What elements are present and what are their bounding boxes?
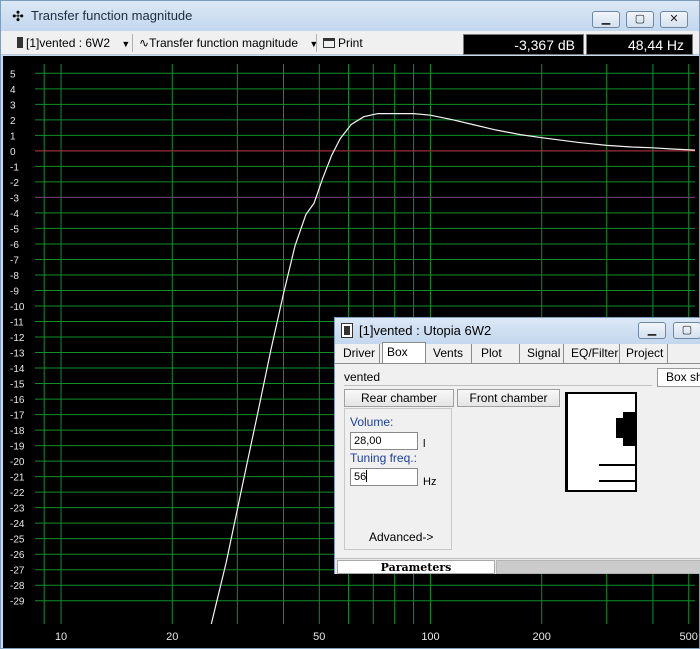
y-tick-label: -28 bbox=[10, 581, 25, 592]
dialog-title: [1]vented : Utopia 6W2 bbox=[359, 323, 492, 338]
y-tick-label: -4 bbox=[10, 209, 19, 220]
x-tick-label: 10 bbox=[55, 631, 67, 643]
y-tick-label: -22 bbox=[10, 488, 25, 499]
tuning-freq-unit: Hz bbox=[423, 476, 437, 488]
y-tick-label: -10 bbox=[10, 302, 25, 313]
print-label: Print bbox=[338, 36, 363, 50]
y-tick-label: -26 bbox=[10, 550, 25, 561]
status-scrollbar[interactable] bbox=[496, 560, 700, 574]
print-button[interactable]: Print bbox=[323, 34, 363, 52]
dialog-minimize-button[interactable]: ▁ bbox=[638, 322, 666, 339]
close-button[interactable]: ✕ bbox=[660, 11, 688, 28]
printer-icon bbox=[323, 38, 335, 48]
speaker-icon bbox=[341, 323, 353, 338]
chevron-down-icon: ▼ bbox=[121, 39, 131, 49]
y-tick-label: -23 bbox=[10, 504, 25, 515]
box-preview bbox=[565, 392, 637, 492]
x-tick-label: 20 bbox=[166, 631, 178, 643]
project-select-value: [1]vented : 6W2 bbox=[26, 36, 111, 50]
advanced-button[interactable]: Advanced-> bbox=[369, 530, 433, 544]
rear-chamber-button[interactable]: Rear chamber bbox=[344, 389, 454, 407]
y-tick-label: -7 bbox=[10, 255, 19, 266]
y-tick-label: -27 bbox=[10, 566, 25, 577]
y-tick-label: -13 bbox=[10, 349, 25, 360]
box-name-field[interactable]: vented bbox=[344, 369, 652, 386]
chamber-parameters-panel: Volume: 28,00 l Tuning freq.: 56 Hz Adva… bbox=[344, 408, 452, 550]
y-tick-label: 4 bbox=[10, 85, 16, 96]
y-tick-label: -3 bbox=[10, 193, 19, 204]
function-select-value: Transfer function magnitude bbox=[149, 36, 299, 50]
box-shape-button[interactable]: Box sh bbox=[657, 368, 700, 387]
hz-readout: 48,44 Hz bbox=[586, 34, 693, 55]
toolbar-separator bbox=[316, 34, 317, 52]
y-tick-label: -2 bbox=[10, 178, 19, 189]
title-bar[interactable]: ✣ Transfer function magnitude ▁ ▢ ✕ bbox=[1, 1, 699, 31]
y-tick-label: -20 bbox=[10, 457, 25, 468]
volume-input[interactable]: 28,00 bbox=[350, 432, 418, 450]
dialog-tabs: Driver Box Vents Plot Signal EQ/Filter P… bbox=[339, 342, 700, 364]
y-tick-label: -29 bbox=[10, 597, 25, 608]
y-tick-label: 2 bbox=[10, 116, 16, 127]
text-cursor bbox=[366, 470, 368, 482]
y-tick-label: -19 bbox=[10, 442, 25, 453]
dialog-status-bar: Parameters bbox=[335, 558, 700, 574]
waveform-icon: ∿ bbox=[139, 36, 150, 50]
y-tick-label: -5 bbox=[10, 224, 19, 235]
y-tick-label: -24 bbox=[10, 519, 25, 530]
y-tick-label: -14 bbox=[10, 364, 25, 375]
y-tick-label: -18 bbox=[10, 426, 25, 437]
y-tick-label: -17 bbox=[10, 411, 25, 422]
tab-plot[interactable]: Plot bbox=[477, 344, 520, 363]
front-chamber-button[interactable]: Front chamber bbox=[457, 389, 560, 407]
y-tick-label: -9 bbox=[10, 286, 19, 297]
speaker-cabinet-icon bbox=[567, 394, 635, 490]
tab-divider bbox=[335, 363, 700, 364]
x-tick-label: 100 bbox=[421, 631, 439, 643]
speaker-icon bbox=[17, 37, 23, 48]
tab-eq-filter[interactable]: EQ/Filter bbox=[567, 344, 620, 363]
x-tick-label: 50 bbox=[313, 631, 325, 643]
y-tick-label: -8 bbox=[10, 271, 19, 282]
y-tick-label: -6 bbox=[10, 240, 19, 251]
tab-project[interactable]: Project bbox=[622, 344, 669, 363]
tab-vents[interactable]: Vents bbox=[429, 344, 472, 363]
tab-box[interactable]: Box bbox=[382, 342, 426, 364]
db-readout: -3,367 dB bbox=[463, 34, 584, 55]
project-selector[interactable]: [1]vented : 6W2 ▼ bbox=[17, 34, 130, 52]
y-tick-label: -21 bbox=[10, 473, 25, 484]
box-dialog: [1]vented : Utopia 6W2 ▁ ▢ Driver Box Ve… bbox=[334, 317, 700, 574]
minimize-button[interactable]: ▁ bbox=[592, 11, 620, 28]
tuning-freq-label: Tuning freq.: bbox=[350, 451, 417, 465]
y-tick-label: -15 bbox=[10, 380, 25, 391]
tuning-freq-input[interactable]: 56 bbox=[350, 468, 418, 486]
x-tick-label: 200 bbox=[533, 631, 551, 643]
y-tick-label: -1 bbox=[10, 162, 19, 173]
tuning-freq-value: 56 bbox=[354, 471, 367, 483]
crosshair-icon: ✣ bbox=[12, 8, 24, 24]
toolbar-separator bbox=[132, 34, 133, 52]
x-tick-label: 500 bbox=[680, 631, 698, 643]
y-tick-label: -11 bbox=[10, 318, 24, 329]
volume-label: Volume: bbox=[350, 415, 394, 429]
y-tick-label: 1 bbox=[10, 131, 16, 142]
y-tick-label: 3 bbox=[10, 100, 16, 111]
y-tick-label: 5 bbox=[10, 69, 16, 80]
tab-driver[interactable]: Driver bbox=[339, 344, 380, 363]
dialog-maximize-button[interactable]: ▢ bbox=[673, 322, 700, 339]
y-tick-label: -12 bbox=[10, 333, 25, 344]
y-tick-label: -16 bbox=[10, 395, 25, 406]
dialog-title-bar[interactable]: [1]vented : Utopia 6W2 ▁ ▢ bbox=[335, 318, 700, 344]
maximize-button[interactable]: ▢ bbox=[626, 11, 654, 28]
window-title: Transfer function magnitude bbox=[31, 8, 193, 23]
y-tick-label: 0 bbox=[10, 147, 16, 158]
parameters-tab[interactable]: Parameters bbox=[337, 560, 495, 574]
tab-signal[interactable]: Signal bbox=[523, 344, 564, 363]
volume-unit: l bbox=[423, 438, 426, 450]
y-tick-label: -25 bbox=[10, 535, 25, 546]
function-selector[interactable]: ∿Transfer function magnitude ▼ bbox=[139, 34, 318, 52]
